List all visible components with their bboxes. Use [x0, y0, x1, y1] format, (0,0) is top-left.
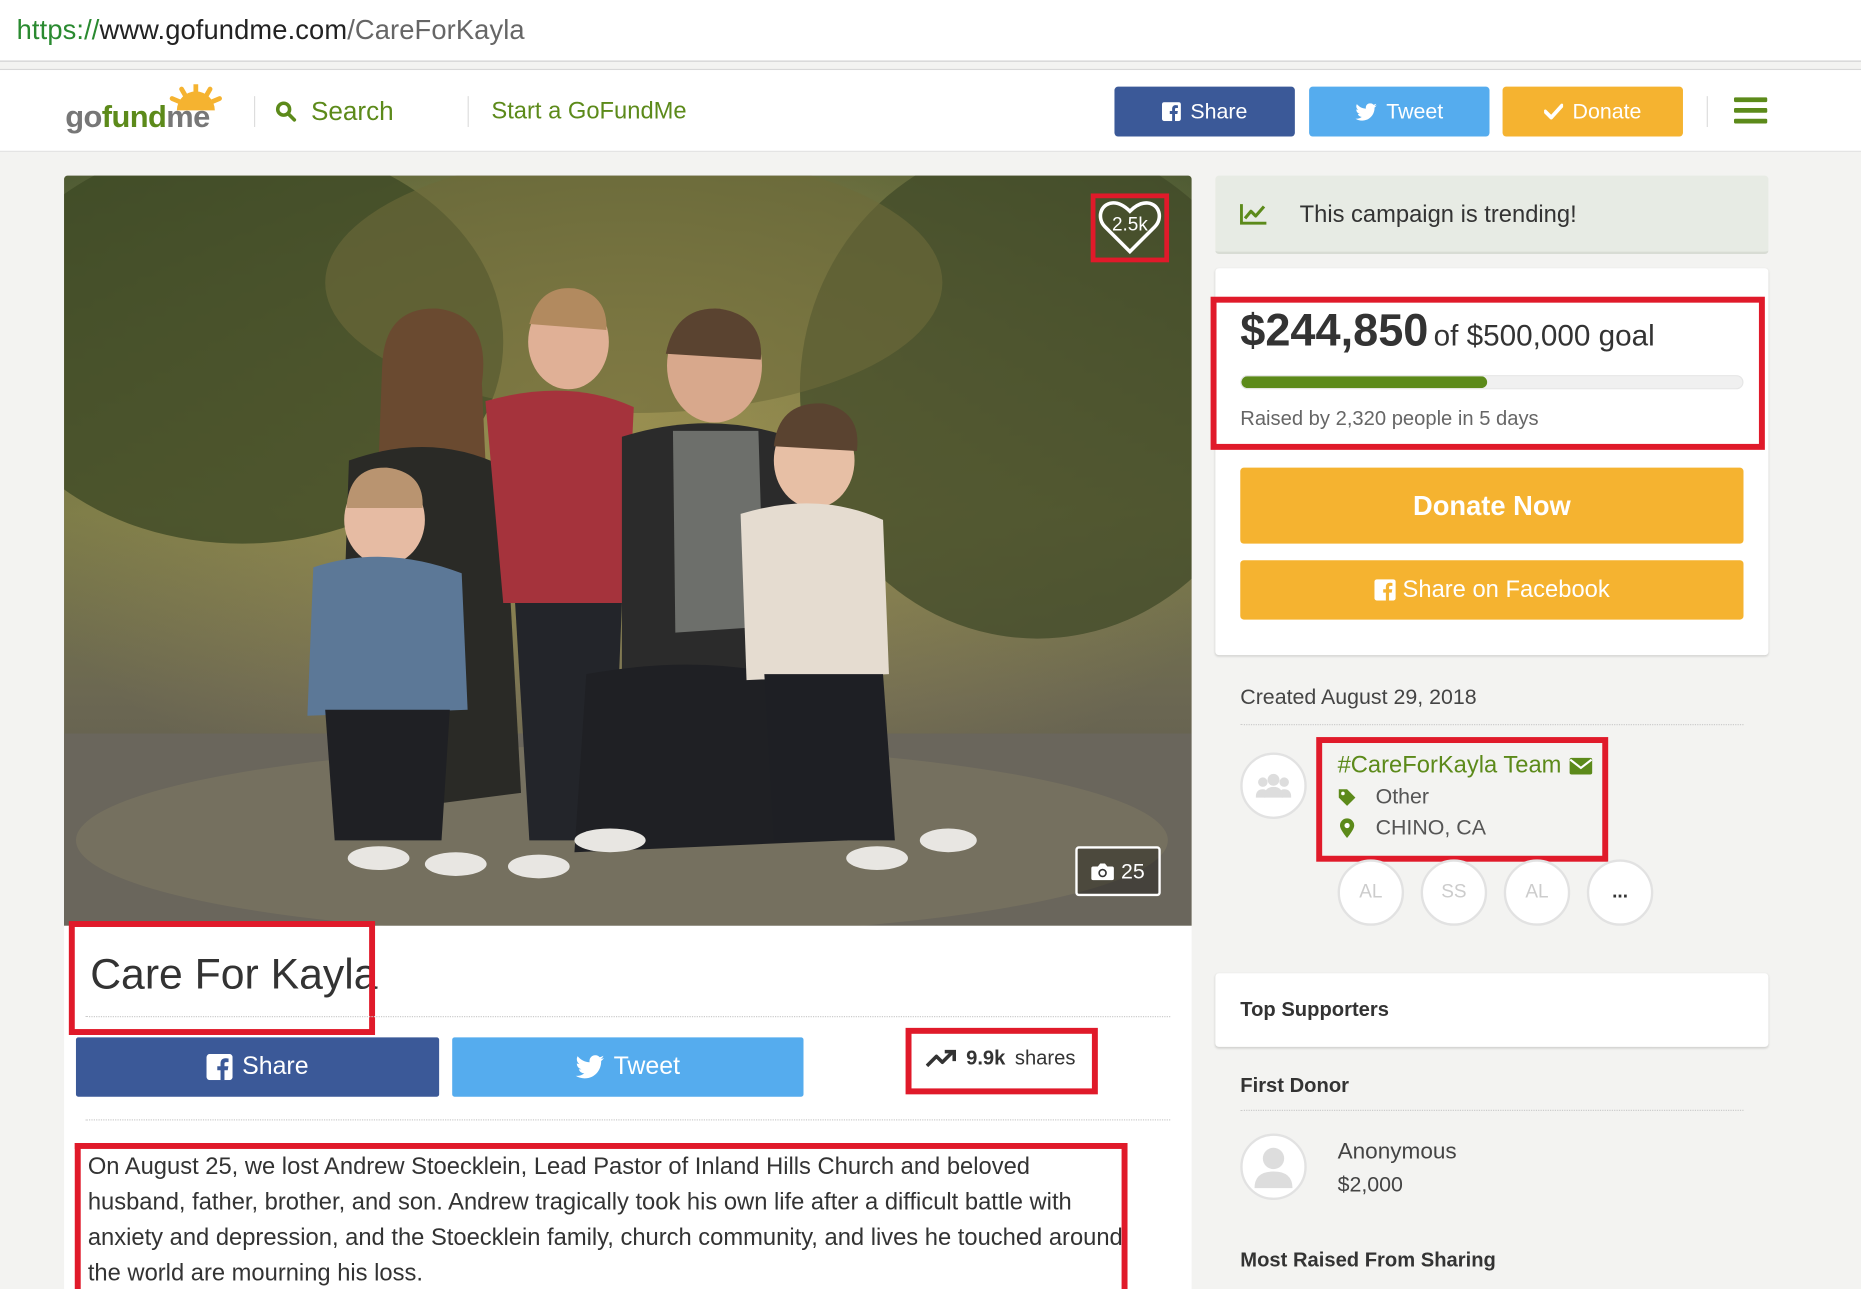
header-tweet-button[interactable]: Tweet: [1309, 86, 1490, 137]
photo-count: 25: [1120, 858, 1145, 883]
site-header: gofundme Search Start a GoFundMe Share T…: [0, 68, 1861, 152]
highlight-box: [68, 921, 376, 1035]
page: https://www.gofundme.com/CareForKayla go…: [0, 0, 1861, 1289]
header-share-button[interactable]: Share: [1114, 86, 1295, 137]
donor-avatar: [1240, 1133, 1307, 1200]
header-divider: [467, 96, 469, 128]
url-host: www.gofundme.com: [99, 14, 348, 46]
header-donate-button[interactable]: Donate: [1502, 86, 1683, 137]
divider: [1240, 724, 1744, 726]
user-icon: [1254, 1147, 1293, 1189]
trending-banner: This campaign is trending!: [1215, 175, 1769, 255]
family-photo-image: [64, 175, 1192, 926]
highlight-box: [905, 1027, 1098, 1095]
line-chart-icon: [1240, 204, 1267, 225]
url-text[interactable]: https://www.gofundme.com/CareForKayla: [17, 14, 525, 46]
search-label: Search: [310, 96, 394, 126]
divider: [85, 1016, 1171, 1018]
more-team-members-button[interactable]: ...: [1586, 859, 1654, 926]
top-supporters-heading: Top Supporters: [1240, 998, 1389, 1021]
checkmark-icon: [1544, 103, 1564, 120]
start-gofundme-link[interactable]: Start a GoFundMe: [491, 99, 686, 126]
logo-wordmark: gofundme: [65, 98, 210, 136]
group-icon: [1255, 773, 1292, 798]
first-donor-heading: First Donor: [1240, 1074, 1349, 1097]
search-icon: [275, 101, 297, 122]
facebook-icon: [206, 1053, 233, 1081]
organizer-avatar[interactable]: [1240, 752, 1307, 819]
header-share-label: Share: [1190, 99, 1248, 123]
share-button[interactable]: Share: [75, 1037, 440, 1097]
address-bar[interactable]: https://www.gofundme.com/CareForKayla: [0, 0, 1861, 62]
hamburger-menu-icon[interactable]: [1734, 97, 1768, 124]
divider: [1240, 1109, 1744, 1111]
twitter-icon: [575, 1055, 605, 1079]
heart-like-button[interactable]: 2.5k: [1090, 193, 1170, 263]
logo-me: me: [166, 98, 210, 135]
url-scheme: https://: [16, 14, 100, 46]
divider: [85, 1119, 1171, 1121]
logo-fund: fund: [101, 98, 167, 135]
most-raised-heading: Most Raised From Sharing: [1240, 1248, 1496, 1272]
photo-count-button[interactable]: 25: [1075, 846, 1161, 897]
header-divider: [253, 96, 256, 128]
team-member-avatar[interactable]: SS: [1420, 859, 1488, 926]
share-on-facebook-button[interactable]: Share on Facebook: [1240, 560, 1744, 620]
twitter-icon: [1355, 102, 1377, 121]
header-donate-label: Donate: [1572, 99, 1642, 123]
facebook-icon: [1161, 102, 1181, 122]
header-divider: [1706, 96, 1708, 128]
header-tweet-label: Tweet: [1386, 99, 1444, 123]
created-date: Created August 29, 2018: [1240, 684, 1477, 709]
highlight-box: [1210, 296, 1765, 450]
trending-text: This campaign is trending!: [1299, 201, 1577, 228]
top-supporters-card: Top Supporters: [1215, 973, 1769, 1047]
facebook-icon: [1374, 579, 1396, 601]
team-member-avatar[interactable]: AL: [1503, 859, 1571, 926]
campaign-photo[interactable]: [64, 175, 1192, 926]
team-member-avatar[interactable]: AL: [1337, 859, 1405, 926]
tweet-button[interactable]: Tweet: [452, 1037, 804, 1097]
share-on-facebook-label: Share on Facebook: [1402, 576, 1610, 603]
url-path: /CareForKayla: [347, 14, 525, 46]
tweet-label: Tweet: [613, 1052, 681, 1081]
highlight-box: [1316, 737, 1609, 862]
heart-count: 2.5k: [1111, 214, 1148, 236]
highlight-box: [74, 1143, 1128, 1289]
gofundme-logo[interactable]: gofundme: [65, 84, 231, 137]
first-donor-amount: $2,000: [1337, 1172, 1403, 1197]
search-link[interactable]: Search: [275, 96, 394, 127]
first-donor-name: Anonymous: [1337, 1139, 1457, 1165]
donate-now-button[interactable]: Donate Now: [1240, 467, 1744, 544]
share-label: Share: [242, 1052, 309, 1081]
camera-icon: [1091, 863, 1115, 881]
logo-go: go: [65, 98, 102, 135]
